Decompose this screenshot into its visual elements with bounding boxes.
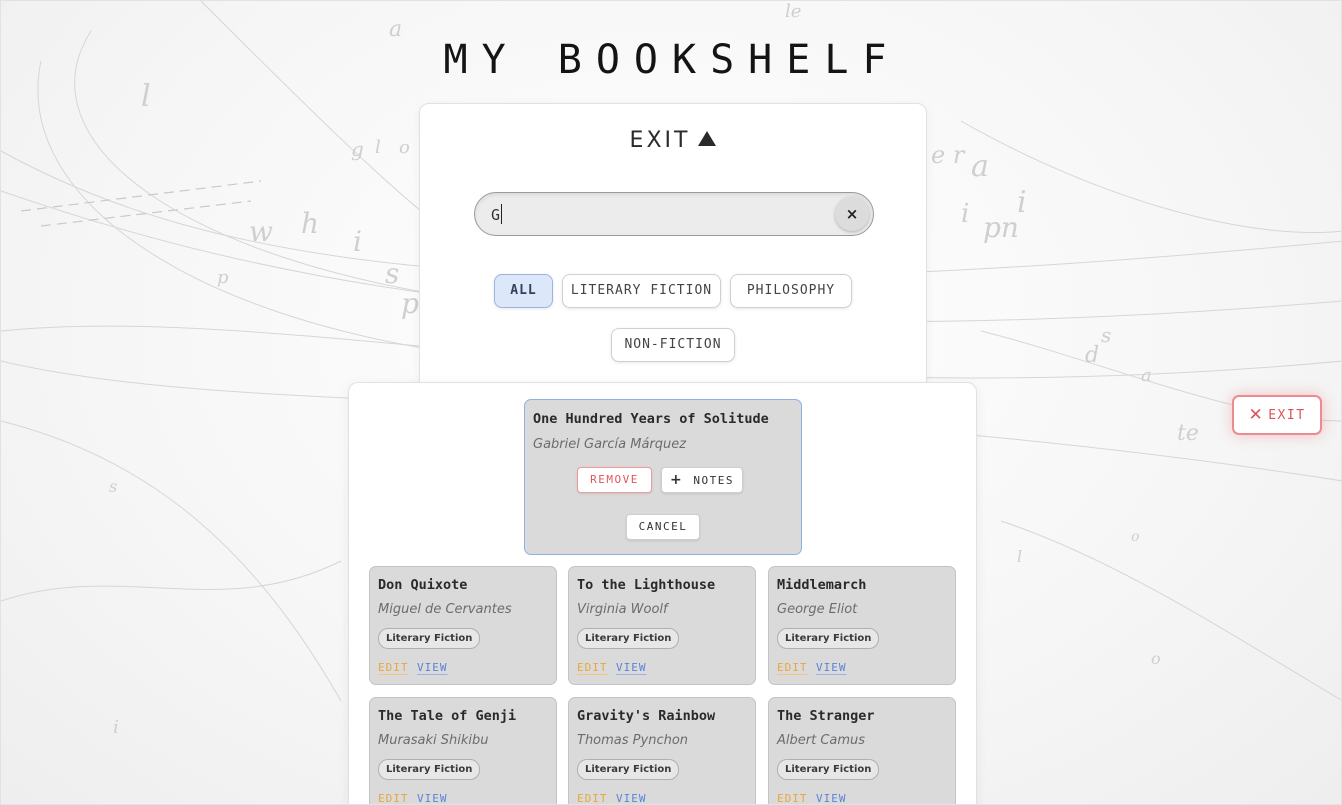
book-title: The Stranger: [777, 708, 875, 724]
add-notes-button[interactable]: + NOTES: [661, 467, 743, 493]
cancel-button[interactable]: CANCEL: [626, 514, 700, 540]
edit-link[interactable]: EDIT: [577, 661, 608, 674]
book-title: The Tale of Genji: [378, 708, 517, 724]
book-author: Thomas Pynchon: [577, 733, 689, 748]
view-link[interactable]: VIEW: [816, 661, 847, 674]
bg-glyph: d: [1085, 343, 1100, 368]
close-icon: ×: [845, 205, 859, 223]
selected-book-title: One Hundred Years of Solitude: [533, 411, 769, 427]
genre-tag: Literary Fiction: [577, 628, 680, 649]
book-card[interactable]: To the Lighthouse Virginia Woolf Literar…: [568, 566, 756, 685]
bg-glyph: g: [351, 137, 364, 161]
bg-glyph: te: [1177, 421, 1199, 446]
edit-link[interactable]: EDIT: [378, 661, 409, 674]
bg-glyph: o: [1151, 649, 1161, 668]
bg-glyph: p: [401, 287, 419, 320]
panel-exit-toggle[interactable]: EXIT: [420, 128, 926, 153]
view-link[interactable]: VIEW: [616, 661, 647, 674]
exit-button[interactable]: ✕ EXIT: [1232, 395, 1322, 435]
book-author: Murasaki Shikibu: [378, 733, 489, 748]
bg-glyph: i: [113, 717, 119, 738]
filter-literary-fiction[interactable]: LITERARY FICTION: [562, 274, 721, 308]
book-card[interactable]: Middlemarch George Eliot Literary Fictio…: [768, 566, 956, 685]
bg-glyph: a: [1141, 365, 1152, 386]
app-title: MY BOOKSHELF: [443, 37, 901, 83]
book-author: Miguel de Cervantes: [378, 602, 512, 617]
view-link[interactable]: VIEW: [616, 792, 647, 804]
plus-icon: +: [670, 472, 684, 488]
bg-glyph: p: [217, 267, 229, 288]
filter-non-fiction[interactable]: NON-FICTION: [611, 328, 735, 362]
view-link[interactable]: VIEW: [417, 792, 448, 804]
close-icon: ✕: [1248, 405, 1265, 425]
bg-glyph: i: [961, 199, 970, 229]
book-card[interactable]: The Tale of Genji Murasaki Shikibu Liter…: [369, 697, 557, 804]
filter-all[interactable]: ALL: [494, 274, 553, 308]
bg-glyph: s: [109, 477, 118, 496]
text-caret: [501, 204, 502, 224]
book-title: Middlemarch: [777, 577, 867, 593]
book-author: George Eliot: [777, 602, 858, 617]
genre-tag: Literary Fiction: [378, 759, 481, 780]
book-card[interactable]: The Stranger Albert Camus Literary Ficti…: [768, 697, 956, 804]
bg-glyph: i: [353, 225, 362, 258]
view-link[interactable]: VIEW: [417, 661, 448, 674]
book-list-panel: One Hundred Years of Solitude Gabriel Ga…: [348, 382, 977, 804]
notes-label: NOTES: [693, 474, 734, 487]
filter-philosophy[interactable]: PHILOSOPHY: [730, 274, 852, 308]
bg-glyph: h: [301, 207, 320, 240]
bg-glyph: o: [399, 137, 410, 158]
panel-exit-label: EXIT: [629, 128, 691, 153]
search-input[interactable]: [489, 201, 823, 229]
edit-link[interactable]: EDIT: [777, 661, 808, 674]
selected-book-author: Gabriel García Márquez: [533, 437, 687, 452]
bg-glyph: a: [971, 149, 989, 184]
search-box: ×: [474, 192, 874, 236]
book-card[interactable]: Don Quixote Miguel de Cervantes Literary…: [369, 566, 557, 685]
edit-link[interactable]: EDIT: [777, 792, 808, 804]
book-title: Gravity's Rainbow: [577, 708, 716, 724]
bg-glyph: e r: [931, 141, 965, 169]
search-panel: EXIT × ALL LITERARY FICTION PHILOSOPHY N…: [419, 103, 927, 403]
selected-book-card[interactable]: One Hundred Years of Solitude Gabriel Ga…: [524, 399, 802, 555]
view-link[interactable]: VIEW: [816, 792, 847, 804]
genre-tag: Literary Fiction: [777, 759, 880, 780]
book-title: Don Quixote: [378, 577, 468, 593]
bg-glyph: o: [1131, 529, 1140, 545]
bg-glyph: s: [1101, 323, 1112, 347]
genre-tag: Literary Fiction: [577, 759, 680, 780]
bg-glyph: w: [249, 215, 273, 248]
bg-glyph: s: [385, 257, 400, 290]
book-card[interactable]: Gravity's Rainbow Thomas Pynchon Literar…: [568, 697, 756, 804]
bg-glyph: l: [141, 79, 151, 114]
genre-tag: Literary Fiction: [378, 628, 481, 649]
app-stage: a l g l o w h i s p p le e r a i i pn s …: [0, 0, 1342, 805]
genre-tag: Literary Fiction: [777, 628, 880, 649]
bg-glyph: l: [1017, 547, 1023, 566]
book-author: Albert Camus: [777, 733, 866, 748]
bg-glyph: le: [785, 1, 802, 22]
bg-glyph: pn: [983, 211, 1019, 244]
exit-label: EXIT: [1268, 408, 1306, 423]
triangle-up-icon: [698, 131, 717, 146]
book-title: To the Lighthouse: [577, 577, 716, 593]
edit-link[interactable]: EDIT: [378, 792, 409, 804]
remove-button[interactable]: REMOVE: [577, 467, 652, 493]
edit-link[interactable]: EDIT: [577, 792, 608, 804]
bg-glyph: l: [375, 137, 381, 158]
book-author: Virginia Woolf: [577, 602, 668, 617]
clear-search-button[interactable]: ×: [835, 197, 869, 231]
